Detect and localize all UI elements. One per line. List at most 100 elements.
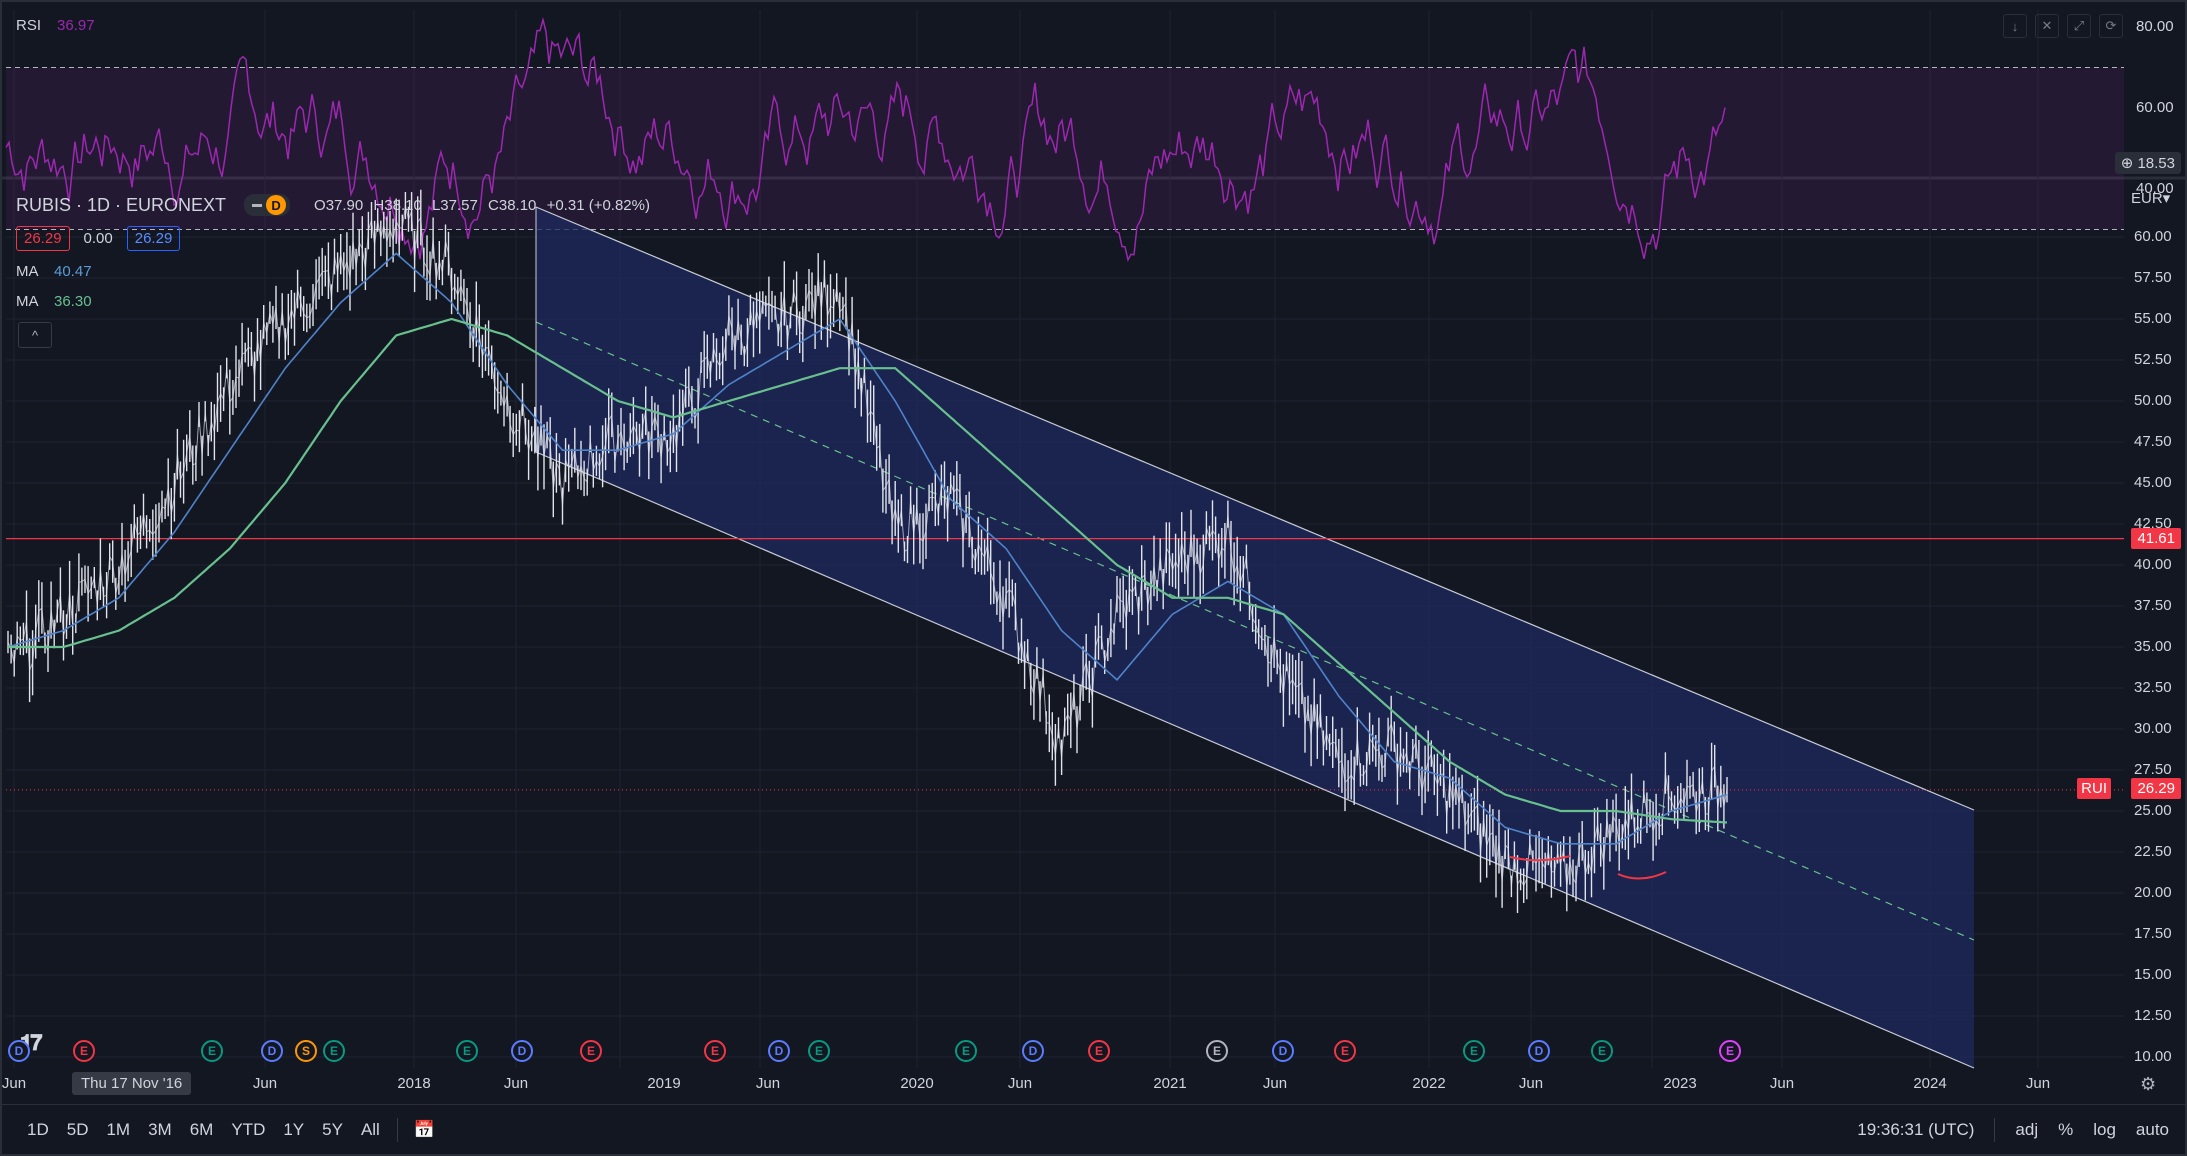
- move-down-icon[interactable]: ↓: [2003, 14, 2027, 38]
- earnings-event-icon[interactable]: E: [704, 1040, 726, 1062]
- rsi-value: 36.97: [57, 17, 95, 34]
- settings-icon[interactable]: ⟳: [2099, 14, 2123, 38]
- earnings-event-icon[interactable]: E: [1088, 1040, 1110, 1062]
- bottom-toolbar: 1D 5D 1M 3M 6M YTD 1Y 5Y All 📅 19:36:31 (UTC) ad…: [2, 1104, 2185, 1155]
- earnings-event-icon[interactable]: E: [201, 1040, 223, 1062]
- price-axis-tick: 30.00: [2134, 720, 2172, 737]
- price-axis-tick: 40.00: [2134, 556, 2172, 573]
- price-axis-tick: 57.50: [2134, 269, 2172, 286]
- earnings-event-icon[interactable]: E: [580, 1040, 602, 1062]
- price-axis-tick: 45.00: [2134, 474, 2172, 491]
- right-tools: 19:36:31 (UTC) adj % log auto: [1849, 1118, 2185, 1142]
- earnings-event-icon[interactable]: E: [955, 1040, 977, 1062]
- adj-toggle[interactable]: adj: [2007, 1120, 2046, 1140]
- earnings-event-icon[interactable]: E: [1591, 1040, 1613, 1062]
- log-toggle[interactable]: log: [2085, 1120, 2124, 1140]
- price-axis-tick: 60.00: [2134, 228, 2172, 245]
- rsi-title: RSI: [16, 17, 42, 34]
- hline-price-tag[interactable]: 41.61: [2131, 528, 2181, 549]
- time-axis-tick: Jun: [1518, 1075, 1544, 1092]
- time-axis-tick: Jun: [1769, 1075, 1795, 1092]
- price-axis-tick: 27.50: [2134, 761, 2172, 778]
- symbol-tag[interactable]: RUI: [2077, 778, 2111, 799]
- range-button-5y[interactable]: 5Y: [313, 1120, 352, 1140]
- price-axis-tick: 17.50: [2134, 925, 2172, 942]
- auto-toggle[interactable]: auto: [2128, 1120, 2177, 1140]
- time-axis-tick: Jun: [1262, 1075, 1288, 1092]
- ma-legend-slow[interactable]: MA 36.30: [16, 293, 92, 310]
- separator: [396, 1118, 398, 1142]
- earnings-event-icon[interactable]: E: [1206, 1040, 1228, 1062]
- dividend-event-icon[interactable]: D: [511, 1040, 533, 1062]
- price-axis-tick: 20.00: [2134, 884, 2172, 901]
- earnings-event-icon[interactable]: E: [1334, 1040, 1356, 1062]
- visibility-toggle[interactable]: D: [244, 194, 291, 216]
- close-icon[interactable]: ✕: [2035, 14, 2059, 38]
- range-buttons: 1D 5D 1M 3M 6M YTD 1Y 5Y All: [2, 1120, 389, 1140]
- time-axis-tick: 2024: [1913, 1075, 1947, 1092]
- chart-canvas[interactable]: [0, 0, 2187, 1156]
- range-button-ytd[interactable]: YTD: [222, 1120, 274, 1140]
- dividend-event-icon[interactable]: D: [261, 1040, 283, 1062]
- earnings-event-icon[interactable]: E: [73, 1040, 95, 1062]
- range-button-1d[interactable]: 1D: [18, 1120, 58, 1140]
- range-button-all[interactable]: All: [352, 1120, 389, 1140]
- add-indicator-badge[interactable]: ⊕ 18.53: [2114, 152, 2181, 174]
- bid-ask-row: 26.29 0.00 26.29: [16, 226, 181, 251]
- collapse-legend-button[interactable]: ^: [18, 322, 52, 348]
- rsi-axis-tick: 60.00: [2136, 99, 2174, 116]
- time-axis-tick: 2020: [900, 1075, 934, 1092]
- crosshair-time-label: Thu 17 Nov '16: [72, 1072, 192, 1095]
- maximize-icon[interactable]: ⤢: [2067, 14, 2091, 38]
- hide-icon: [252, 203, 263, 207]
- percent-toggle[interactable]: %: [2050, 1120, 2081, 1140]
- earnings-event-icon[interactable]: E: [1719, 1040, 1741, 1062]
- dividend-event-icon[interactable]: D: [1022, 1040, 1044, 1062]
- time-axis-tick: Jun: [1007, 1075, 1033, 1092]
- pane-controls: ↓ ✕ ⤢ ⟳: [2003, 14, 2123, 38]
- range-button-5d[interactable]: 5D: [58, 1120, 98, 1140]
- earnings-event-icon[interactable]: E: [1463, 1040, 1485, 1062]
- date-range-icon[interactable]: 📅: [406, 1120, 443, 1140]
- currency-selector[interactable]: EUR▾: [2131, 189, 2170, 207]
- symbol-title: RUBIS · 1D · EURONEXT: [16, 194, 227, 215]
- time-axis-tick: 2019: [647, 1075, 681, 1092]
- time-axis-tick: 2018: [397, 1075, 431, 1092]
- range-button-1m[interactable]: 1M: [97, 1120, 139, 1140]
- clock[interactable]: 19:36:31 (UTC): [1849, 1120, 1982, 1140]
- ma-slow-value: 36.30: [54, 293, 92, 310]
- dividend-event-icon[interactable]: D: [768, 1040, 790, 1062]
- price-axis-tick: 47.50: [2134, 433, 2172, 450]
- dividend-event-icon[interactable]: D: [8, 1040, 30, 1062]
- ma-slow-label: MA: [16, 293, 39, 310]
- high-value: H38.10: [373, 196, 422, 214]
- bid-price[interactable]: 26.29: [16, 226, 70, 251]
- price-axis-tick: 10.00: [2134, 1048, 2172, 1065]
- price-axis-tick: 12.50: [2134, 1007, 2172, 1024]
- open-value: O37.90: [314, 196, 364, 214]
- ask-price[interactable]: 26.29: [126, 226, 181, 251]
- time-axis-tick: 2023: [1663, 1075, 1697, 1092]
- ma-legend-fast[interactable]: MA 40.47: [16, 263, 92, 280]
- time-axis-tick: Jun: [503, 1075, 529, 1092]
- earnings-event-icon[interactable]: E: [323, 1040, 345, 1062]
- axis-settings-icon[interactable]: ⚙: [2140, 1074, 2156, 1095]
- earnings-event-icon[interactable]: E: [456, 1040, 478, 1062]
- earnings-event-icon[interactable]: E: [808, 1040, 830, 1062]
- range-button-1y[interactable]: 1Y: [274, 1120, 313, 1140]
- delayed-badge: D: [266, 195, 287, 215]
- range-button-3m[interactable]: 3M: [139, 1120, 181, 1140]
- range-button-6m[interactable]: 6M: [181, 1120, 223, 1140]
- dividend-event-icon[interactable]: D: [1528, 1040, 1550, 1062]
- price-axis-tick: 35.00: [2134, 638, 2172, 655]
- ma-fast-label: MA: [16, 263, 39, 280]
- add-badge-value: 18.53: [2137, 155, 2175, 172]
- symbol-legend[interactable]: RUBIS · 1D · EURONEXT D O37.90 H38.10 L3…: [16, 194, 656, 216]
- rsi-axis-tick: 80.00: [2136, 18, 2174, 35]
- price-axis-tick: 50.00: [2134, 392, 2172, 409]
- rsi-legend[interactable]: RSI 36.97: [16, 17, 95, 34]
- dividend-event-icon[interactable]: D: [1272, 1040, 1294, 1062]
- last-price-tag[interactable]: 26.29: [2131, 778, 2181, 799]
- price-axis-tick: 15.00: [2134, 966, 2172, 983]
- split-event-icon[interactable]: S: [295, 1040, 317, 1062]
